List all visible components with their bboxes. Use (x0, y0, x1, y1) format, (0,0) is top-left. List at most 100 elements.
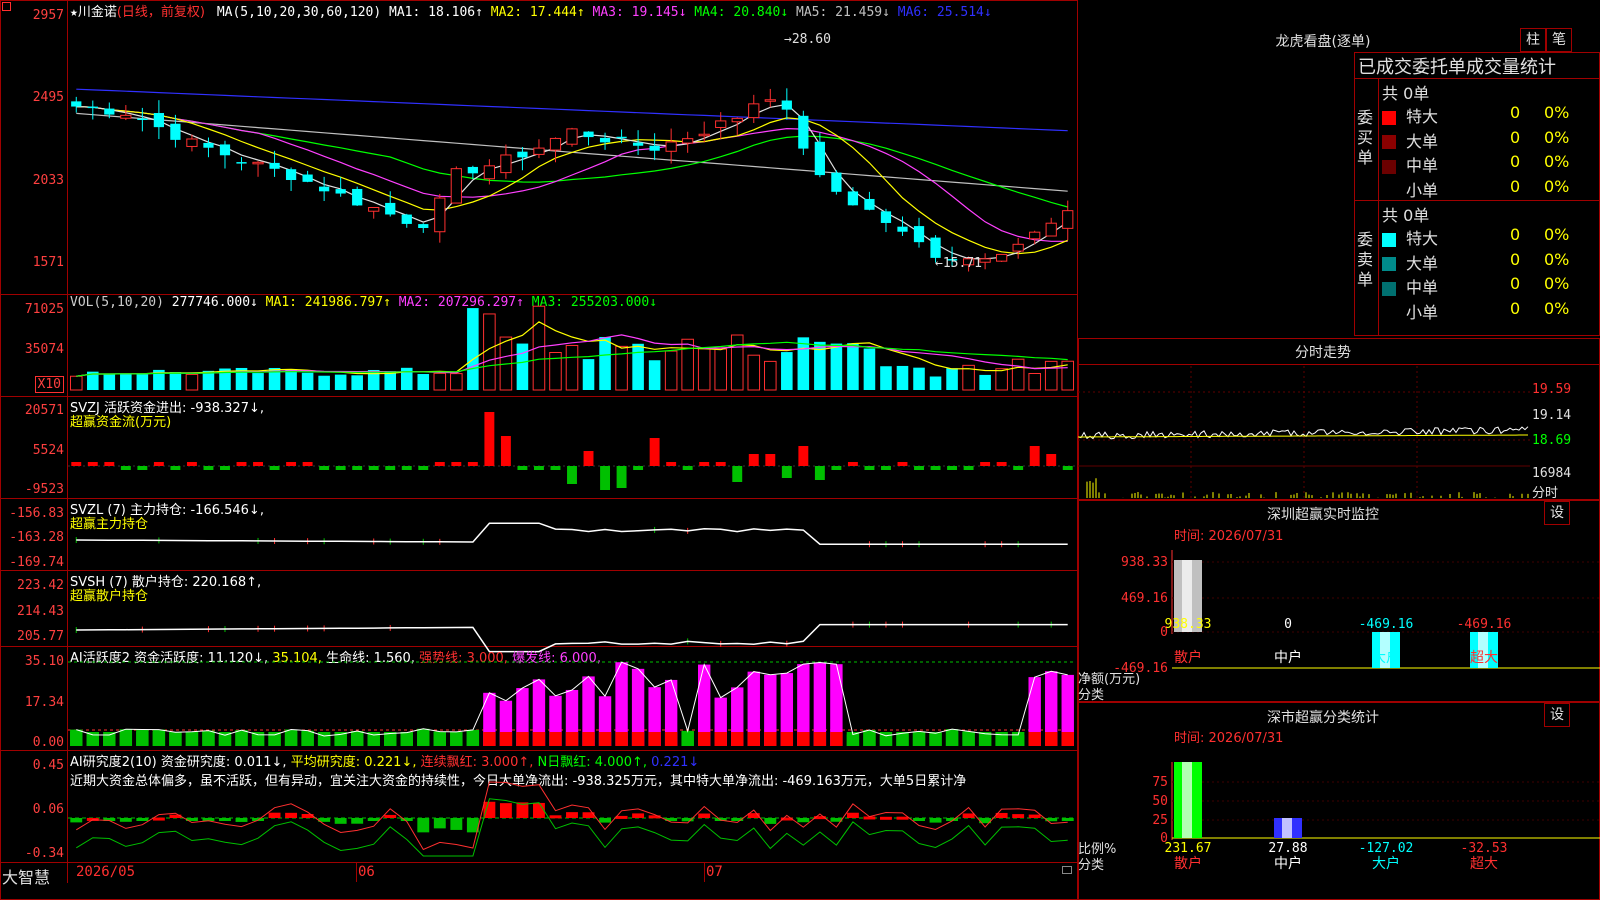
research-bar (1012, 814, 1025, 818)
candle-body (104, 108, 115, 115)
monitor-xlabel: 分类 (1078, 688, 1105, 703)
category-label: 散户 (1174, 649, 1202, 666)
flow-bar (1046, 454, 1057, 466)
ai-research-axis: 0.45 0.06 -0.34 (0, 752, 64, 862)
flow-bar (186, 462, 197, 466)
sell-row: 中单 0 0% (1382, 274, 1600, 298)
volume-bar (185, 373, 199, 391)
ai-activity-chart[interactable] (68, 648, 1076, 748)
bar-mode-button[interactable]: 柱 (1520, 28, 1546, 52)
activity-base (516, 732, 529, 746)
research-bar (384, 814, 397, 818)
candle-body (434, 197, 446, 233)
research-bar (334, 818, 347, 824)
activity-base (747, 732, 760, 746)
period-label[interactable]: (日线，前复权) (117, 5, 205, 20)
activity-base (152, 732, 166, 746)
classify-title: 深市超赢分类统计 (1267, 710, 1379, 726)
capital-flow-chart[interactable] (68, 398, 1076, 496)
volume-chart[interactable] (68, 300, 1076, 394)
candle-body (847, 191, 859, 206)
svsh-tick: 214.43 (17, 604, 64, 619)
buy-row: 大单 0 0% (1382, 128, 1600, 152)
intraday-chart[interactable] (1077, 366, 1530, 498)
buy-type: 中单 (1406, 156, 1439, 175)
activity-base (664, 732, 678, 746)
research-bar (764, 818, 777, 824)
candle-body (798, 115, 809, 149)
lock-icon[interactable] (1062, 866, 1072, 874)
star-icon[interactable]: ★ (70, 5, 78, 20)
volume-bar (334, 374, 347, 390)
volume-bar (565, 344, 579, 391)
classify-settings-button[interactable]: 设 (1544, 703, 1570, 727)
svzl-axis: -156.83 -163.28 -169.74 (0, 500, 64, 570)
candle-body (71, 101, 82, 107)
main-position-chart[interactable] (68, 500, 1076, 568)
research-bar (698, 813, 711, 818)
candle-body (748, 103, 760, 119)
price-axis: 2957 2495 2033 1571 (0, 0, 64, 290)
ai-research-chart[interactable] (68, 752, 1076, 860)
candle-body (236, 162, 247, 164)
flow-bar (864, 466, 875, 470)
activity-base (483, 732, 496, 746)
activity-base (945, 732, 959, 746)
candlestick-chart[interactable] (68, 20, 1076, 292)
candle-body (533, 147, 545, 155)
candle-body (715, 120, 727, 128)
activity-base (103, 732, 116, 746)
candle-body (269, 162, 280, 169)
sell-pct: 0% (1544, 298, 1570, 318)
research-bar (632, 813, 645, 818)
svzj-tick: -9523 (24, 482, 64, 497)
classify-xlabel: 分类 (1078, 858, 1105, 873)
volume-bar (69, 375, 83, 391)
fenshi-tick: 16984 (1532, 466, 1572, 481)
flow-bar (137, 466, 148, 470)
right-panel: 龙虎看盘(逐单) 柱 笔 已成交委托单成交量统计 委买单 委卖单 共 0单 共 … (1077, 0, 1600, 900)
flow-bar (980, 462, 991, 466)
ai-active-tick: 0.00 (32, 735, 64, 750)
fenshi-title-divider (1078, 364, 1600, 365)
monitor-settings-button[interactable]: 设 (1544, 501, 1570, 525)
activity-base (70, 732, 83, 746)
flow-bar (319, 466, 330, 470)
retail-position-chart[interactable] (68, 572, 1076, 653)
activity-base (235, 732, 248, 746)
volume-bar (979, 374, 991, 390)
flow-bar (930, 466, 941, 470)
volume-bar (615, 345, 628, 391)
candle-body (219, 144, 231, 156)
candle-body (319, 186, 330, 192)
candle-body (930, 237, 941, 258)
activity-base (830, 732, 843, 746)
research-bar (896, 816, 909, 820)
buy-count: 0 (1510, 176, 1521, 196)
candle-body (1062, 210, 1074, 229)
ratio-bar-chart[interactable]: 7550250231.67 27.88 -127.02 -32.53散户 中户 大户 超大 (1078, 742, 1600, 900)
research-bar (433, 818, 446, 829)
volume-bar (946, 368, 958, 390)
net-flow-bar-chart[interactable]: 938.33469.160-469.16938.33 0 -469.16 -469.1… (1078, 540, 1600, 700)
sell-type: 特大 (1406, 229, 1439, 248)
candle-body (781, 100, 792, 110)
flow-bar (881, 466, 891, 470)
buy-row: 中单 0 0% (1382, 152, 1600, 176)
research-bar (219, 818, 231, 821)
ma-value-2: MA2: 17.444↑ (482, 5, 585, 20)
lhb-title: 龙虎看盘(逐单) (1275, 34, 1371, 50)
flow-bar (781, 466, 792, 478)
activity-base (631, 732, 645, 746)
volume-bar (1044, 360, 1058, 391)
brand-logo[interactable]: 大智慧 (2, 864, 50, 888)
bar-highlight (1282, 818, 1292, 838)
bar-value: -127.02 (1359, 841, 1414, 856)
date-divider (704, 862, 705, 882)
research-bar (880, 816, 892, 820)
flow-bar (732, 466, 743, 482)
research-bar (615, 815, 628, 819)
tick-mode-button[interactable]: 笔 (1546, 28, 1572, 52)
flow-bar (798, 446, 809, 466)
buy-count: 0 (1510, 127, 1521, 147)
